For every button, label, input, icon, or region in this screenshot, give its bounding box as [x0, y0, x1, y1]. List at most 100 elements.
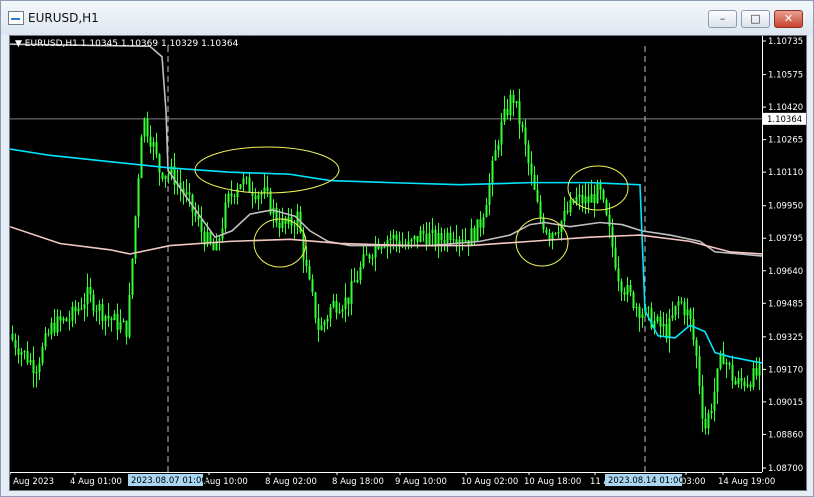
- candle-body: [149, 136, 152, 147]
- candle-body: [89, 287, 92, 295]
- candle-body: [440, 233, 443, 241]
- candle-body: [716, 368, 719, 392]
- candle-body: [743, 381, 746, 386]
- candle-body: [68, 320, 71, 322]
- candle-body: [695, 339, 698, 357]
- candle-body: [434, 229, 437, 246]
- candle-body: [629, 285, 632, 293]
- candle-body: [248, 177, 251, 193]
- candle-body: [239, 184, 242, 189]
- candle-body: [323, 321, 326, 326]
- candle-body: [353, 281, 356, 283]
- candle-body: [23, 351, 26, 353]
- candle-body: [242, 178, 245, 185]
- candle-body: [77, 308, 80, 312]
- candle-body: [65, 318, 68, 322]
- time-tick-label: 8 Aug 18:00: [332, 477, 384, 487]
- chart-window-icon: [8, 11, 24, 25]
- time-tick-label: 03:00: [681, 477, 706, 487]
- price-tick-label: 1.10735: [768, 37, 803, 47]
- candle-body: [200, 219, 203, 232]
- price-tick-label: 1.09170: [768, 365, 803, 375]
- candle-body: [596, 183, 599, 204]
- candle-body: [503, 108, 506, 122]
- candle-body: [227, 193, 230, 203]
- candle-body: [314, 292, 317, 319]
- price-tick-label: 1.09485: [768, 299, 803, 309]
- candle-body: [395, 234, 398, 241]
- candle-body: [710, 410, 713, 414]
- chart-canvas[interactable]: 1.10735 1.10575 1.10420 1.10265 1.10110 1.099…: [10, 36, 806, 490]
- candle-body: [113, 313, 116, 321]
- title-bar[interactable]: EURUSD,H1 – □ ✕: [1, 1, 813, 35]
- candle-body: [527, 144, 530, 164]
- candle-body: [443, 240, 446, 243]
- candle-body: [689, 309, 692, 320]
- candle-body: [116, 313, 119, 330]
- candle-body: [20, 352, 23, 355]
- candle-body: [293, 225, 296, 227]
- candle-body: [656, 316, 659, 322]
- window-title: EURUSD,H1: [28, 11, 99, 25]
- candle-body: [728, 362, 731, 365]
- candle-body: [26, 351, 29, 363]
- candle-body: [140, 136, 143, 179]
- candle-body: [755, 368, 758, 376]
- candle-body: [647, 307, 650, 309]
- candle-body: [614, 247, 617, 269]
- maximize-button[interactable]: □: [741, 10, 770, 28]
- candle-body: [83, 304, 86, 309]
- candle-body: [680, 301, 683, 303]
- price-chart[interactable]: 1.10735 1.10575 1.10420 1.10265 1.10110 1.099…: [9, 35, 807, 491]
- candle-body: [512, 94, 515, 104]
- time-tick-label: 8 Aug 02:00: [265, 477, 317, 487]
- ohlc-low: 1.10329: [160, 39, 199, 49]
- candle-body: [107, 315, 110, 319]
- candle-body: [737, 377, 740, 385]
- chart-menu-arrow-icon[interactable]: ▼: [15, 39, 22, 49]
- candle-body: [47, 333, 50, 335]
- candle-body: [704, 418, 707, 429]
- candle-body: [167, 174, 170, 176]
- candle-body: [326, 318, 329, 322]
- candle-body: [548, 232, 551, 240]
- candle-body: [32, 360, 35, 374]
- candle-body: [692, 319, 695, 340]
- candle-body: [98, 304, 101, 311]
- candle-body: [620, 281, 623, 292]
- candle-body: [599, 183, 602, 190]
- candle-body: [80, 308, 83, 310]
- candle-body: [668, 318, 671, 339]
- candle-body: [317, 318, 320, 330]
- candle-body: [71, 306, 74, 321]
- candle-body: [563, 210, 566, 222]
- price-tick-label: 1.09640: [768, 267, 803, 277]
- candle-body: [686, 309, 689, 316]
- candle-body: [191, 194, 194, 212]
- candle-body: [185, 192, 188, 195]
- candle-body: [464, 240, 467, 242]
- candle-body: [410, 239, 413, 242]
- ohlc-open: 1.10345: [80, 39, 119, 49]
- candle-body: [365, 254, 368, 256]
- candle-body: [449, 232, 452, 241]
- candle-body: [158, 154, 161, 173]
- minimize-button[interactable]: –: [708, 10, 737, 28]
- candle-body: [128, 294, 131, 337]
- candle-body: [605, 199, 608, 215]
- candle-body: [677, 301, 680, 306]
- candle-body: [74, 306, 77, 312]
- candle-body: [371, 257, 374, 259]
- candle-body: [635, 306, 638, 309]
- close-button[interactable]: ✕: [774, 10, 803, 28]
- candle-body: [356, 279, 359, 283]
- moving-average-slow-line: [10, 225, 763, 255]
- candle-body: [581, 194, 584, 204]
- candle-body: [56, 316, 59, 333]
- candle-body: [62, 318, 65, 321]
- candle-body: [530, 163, 533, 175]
- candle-body: [359, 266, 362, 280]
- ohlc-high: 1.10369: [120, 39, 159, 49]
- candle-body: [626, 285, 629, 295]
- candle-body: [731, 364, 734, 381]
